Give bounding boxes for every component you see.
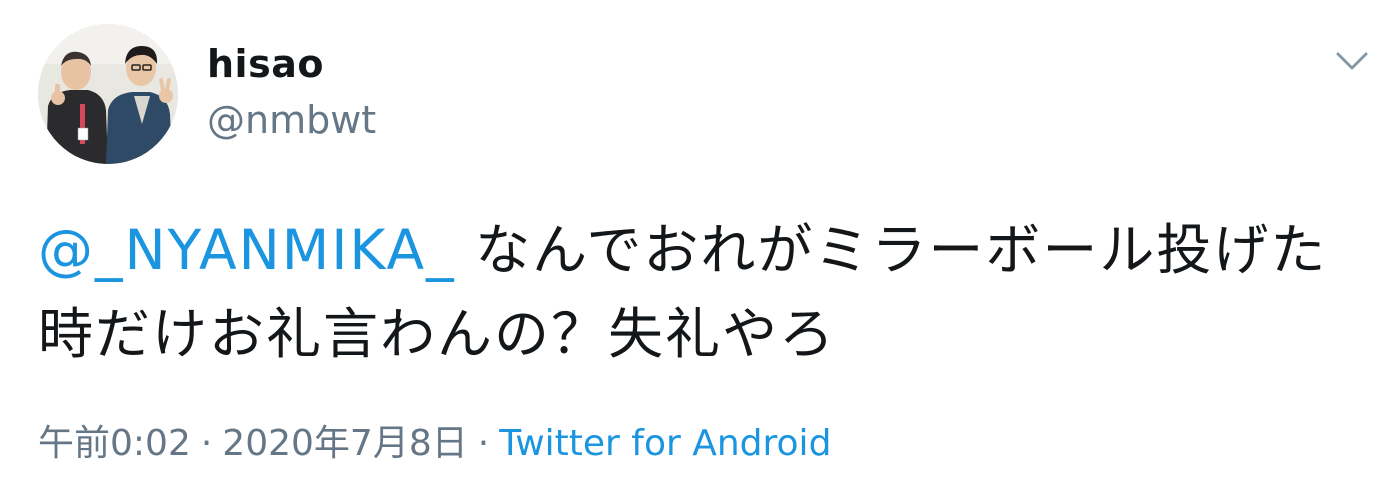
meta-separator: · bbox=[477, 423, 490, 464]
tweet-card: hisao @nmbwt @_NYANMIKA_ なんでおれがミラーボール投げた… bbox=[0, 0, 1381, 493]
chevron-down-icon[interactable] bbox=[1328, 40, 1376, 80]
tweet-time[interactable]: 午前0:02 bbox=[38, 423, 191, 464]
tweet-text: @_NYANMIKA_ なんでおれがミラーボール投げた時だけお礼言わんの？失礼や… bbox=[38, 208, 1348, 376]
mention-link[interactable]: @_NYANMIKA_ bbox=[38, 218, 456, 282]
tweet-source-link[interactable]: Twitter for Android bbox=[499, 423, 831, 464]
display-name[interactable]: hisao bbox=[207, 40, 324, 88]
tweet-meta: 午前0:02 · 2020年7月8日 · Twitter for Android bbox=[38, 418, 831, 470]
avatar[interactable] bbox=[38, 24, 178, 164]
meta-separator: · bbox=[200, 423, 213, 464]
tweet-date[interactable]: 2020年7月8日 bbox=[222, 423, 467, 464]
profile-photo-icon bbox=[38, 24, 178, 164]
user-handle[interactable]: @nmbwt bbox=[207, 96, 376, 144]
